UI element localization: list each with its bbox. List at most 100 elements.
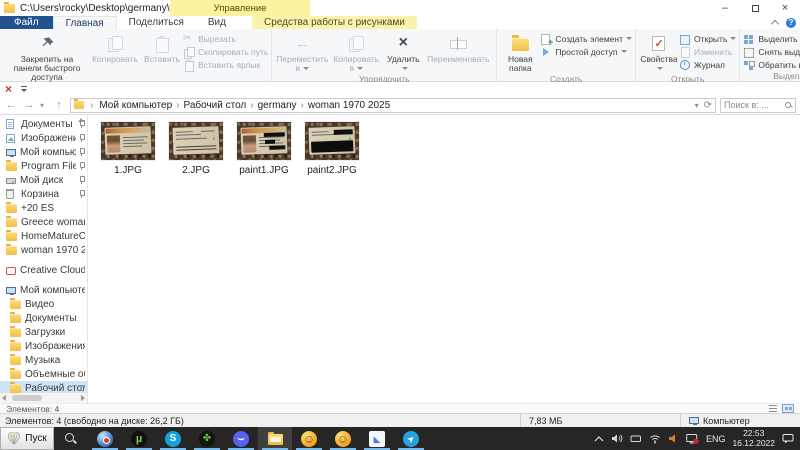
taskbar-app-discord[interactable]: ⌣ (224, 427, 258, 450)
sidebar-item-woman-1970-2025[interactable]: woman 1970 2025 (0, 243, 87, 257)
taskbar-app-smiley-2[interactable]: ☺ (326, 427, 360, 450)
sidebar-item-recycle-bin[interactable]: Корзина (0, 187, 87, 201)
easy-access-button[interactable]: Простой доступ (540, 45, 632, 58)
forward-icon[interactable]: → (22, 99, 36, 111)
recent-locations-icon[interactable]: ▾ (40, 101, 48, 110)
taskbar-app-explorer[interactable] (258, 427, 292, 450)
sidebar-horizontal-scrollbar[interactable] (0, 392, 87, 403)
sidebar-scroll-down-icon[interactable] (78, 385, 85, 390)
new-item-button[interactable]: Создать элемент (540, 32, 632, 45)
taskbar-app-clover[interactable]: ✤ (190, 427, 224, 450)
collapse-ribbon-icon[interactable] (772, 20, 779, 25)
back-icon[interactable]: ← (4, 99, 18, 111)
properties-button[interactable]: Свойства (639, 31, 679, 74)
sidebar-item-documents-tree[interactable]: Документы (0, 311, 87, 325)
sidebar-item-videos[interactable]: Видео (0, 297, 87, 311)
scroll-left-icon[interactable] (2, 395, 6, 401)
taskbar-app-icon: ☺ (335, 431, 351, 447)
move-to-button[interactable]: ← Переместить в (275, 31, 329, 74)
rename-button[interactable]: Переименовать (423, 31, 493, 65)
paste-button[interactable]: Вставить (141, 31, 183, 65)
taskbar-search-button[interactable] (54, 427, 88, 450)
qat-customize-icon[interactable] (20, 86, 28, 93)
delete-button[interactable]: × Удалить (383, 31, 423, 74)
file-2-jpg[interactable]: 2.JPG (164, 121, 228, 176)
open-button[interactable]: Открыть (679, 32, 736, 45)
cut-button[interactable]: Вырезать (183, 32, 268, 45)
sidebar-item-plus-20-es[interactable]: +20 ES (0, 201, 87, 215)
search-input[interactable]: Поиск в: ... (724, 100, 785, 110)
refresh-icon[interactable]: ⟳ (704, 100, 712, 111)
hidden-icons-chevron-icon[interactable] (594, 435, 604, 443)
address-dropdown-icon[interactable]: ▾ (695, 101, 699, 110)
tab-file[interactable]: Файл (0, 16, 53, 29)
sidebar-item-pictures-tree[interactable]: Изображения (0, 339, 87, 353)
copy-to-button[interactable]: Копировать в (329, 31, 383, 74)
file-list-area[interactable]: 1.JPG (88, 115, 800, 403)
thumbnails-view-icon[interactable] (782, 404, 794, 413)
address-box[interactable]: › Мой компьютер › Рабочий стол › (70, 98, 716, 113)
language-indicator[interactable]: ENG (706, 434, 726, 444)
taskbar-app-photos[interactable]: ◣ (360, 427, 394, 450)
file-paint1-jpg[interactable]: paint1.JPG (232, 121, 296, 176)
tab-share[interactable]: Поделиться (117, 16, 196, 29)
paste-shortcut-button[interactable]: Вставить ярлык (183, 58, 268, 71)
taskbar-app-skype[interactable]: S (156, 427, 190, 450)
copy-path-button[interactable]: Скопировать путь (183, 45, 268, 58)
up-icon[interactable]: ↑ (52, 99, 66, 111)
file-paint2-jpg[interactable]: paint2.JPG (300, 121, 364, 176)
minimize-button[interactable]: – (710, 0, 740, 16)
crumb-woman-1970-2025[interactable]: › woman 1970 2025 (297, 100, 391, 111)
select-none-button[interactable]: Снять выделение (743, 45, 800, 58)
file-1-jpg[interactable]: 1.JPG (96, 121, 160, 176)
new-folder-button[interactable]: Новая папка (500, 31, 540, 74)
history-button[interactable]: Журнал (679, 58, 736, 71)
sidebar-item-downloads[interactable]: Загрузки (0, 325, 87, 339)
sidebar-item-homematureclasses[interactable]: HomeMatureClasses.c (0, 229, 87, 243)
qat-delete-icon[interactable]: × (5, 83, 12, 95)
help-icon[interactable]: ? (786, 18, 796, 28)
sidebar-item-music[interactable]: Музыка (0, 353, 87, 367)
sidebar-item-this-pc-tree[interactable]: Мой компьютер (0, 283, 87, 297)
close-button[interactable]: × (770, 0, 800, 16)
ribbon-group-clipboard: Закрепить на панели быстрого доступа Коп… (2, 29, 272, 81)
sidebar-item-my-drive[interactable]: Мой диск (0, 173, 87, 187)
device-icon[interactable] (630, 433, 642, 444)
sound-icon[interactable] (668, 433, 679, 444)
select-all-button[interactable]: Выделить все (743, 32, 800, 45)
taskbar-app-icon (63, 431, 79, 447)
crumb-germany[interactable]: › germany (246, 100, 296, 111)
tab-view[interactable]: Вид (196, 16, 238, 29)
action-center-icon[interactable] (782, 433, 794, 444)
tab-home[interactable]: Главная (53, 16, 117, 29)
details-view-icon[interactable] (767, 404, 779, 413)
scroll-thumb[interactable] (12, 395, 42, 401)
taskbar-app-globe[interactable] (88, 427, 122, 450)
sidebar-item-this-pc[interactable]: Мой компьютер (0, 145, 87, 159)
taskbar-app-telegram[interactable]: ➤ (394, 427, 428, 450)
start-button[interactable]: Пуск (0, 427, 54, 450)
taskbar-app-utorrent[interactable]: µ (122, 427, 156, 450)
scroll-right-icon[interactable] (81, 395, 85, 401)
maximize-button[interactable] (740, 0, 770, 16)
sidebar-item-greece-woman[interactable]: Greece woman 1971 20 (0, 215, 87, 229)
contextual-tab-header[interactable]: Управление (170, 0, 310, 16)
sidebar-item-3d-objects[interactable]: Объемные объекты (0, 367, 87, 381)
crumb-desktop[interactable]: › Рабочий стол (172, 100, 246, 111)
tab-picture-tools[interactable]: Средства работы с рисунками (252, 16, 417, 29)
sidebar-item-pictures[interactable]: Изображения (0, 131, 87, 145)
sidebar-item-creative-cloud-files[interactable]: Creative Cloud Files (0, 263, 87, 277)
edit-button[interactable]: Изменить (679, 45, 736, 58)
search-box[interactable]: Поиск в: ... (720, 98, 796, 113)
pin-to-quick-access-button[interactable]: Закрепить на панели быстрого доступа (5, 31, 89, 83)
invert-selection-button[interactable]: Обратить выделение (743, 58, 800, 71)
copy-button[interactable]: Копировать (89, 31, 141, 65)
taskbar-app-smiley-1[interactable]: ☺ (292, 427, 326, 450)
network-icon[interactable] (649, 433, 661, 444)
sidebar-item-documents[interactable]: Документы (0, 117, 87, 131)
display-notification-icon[interactable] (686, 433, 699, 445)
clock[interactable]: 22:53 16.12.2022 (732, 429, 775, 448)
crumb-this-pc[interactable]: Мой компьютер (99, 100, 172, 111)
volume-icon[interactable] (611, 433, 623, 444)
sidebar-item-program-files[interactable]: Program Files (0, 159, 87, 173)
